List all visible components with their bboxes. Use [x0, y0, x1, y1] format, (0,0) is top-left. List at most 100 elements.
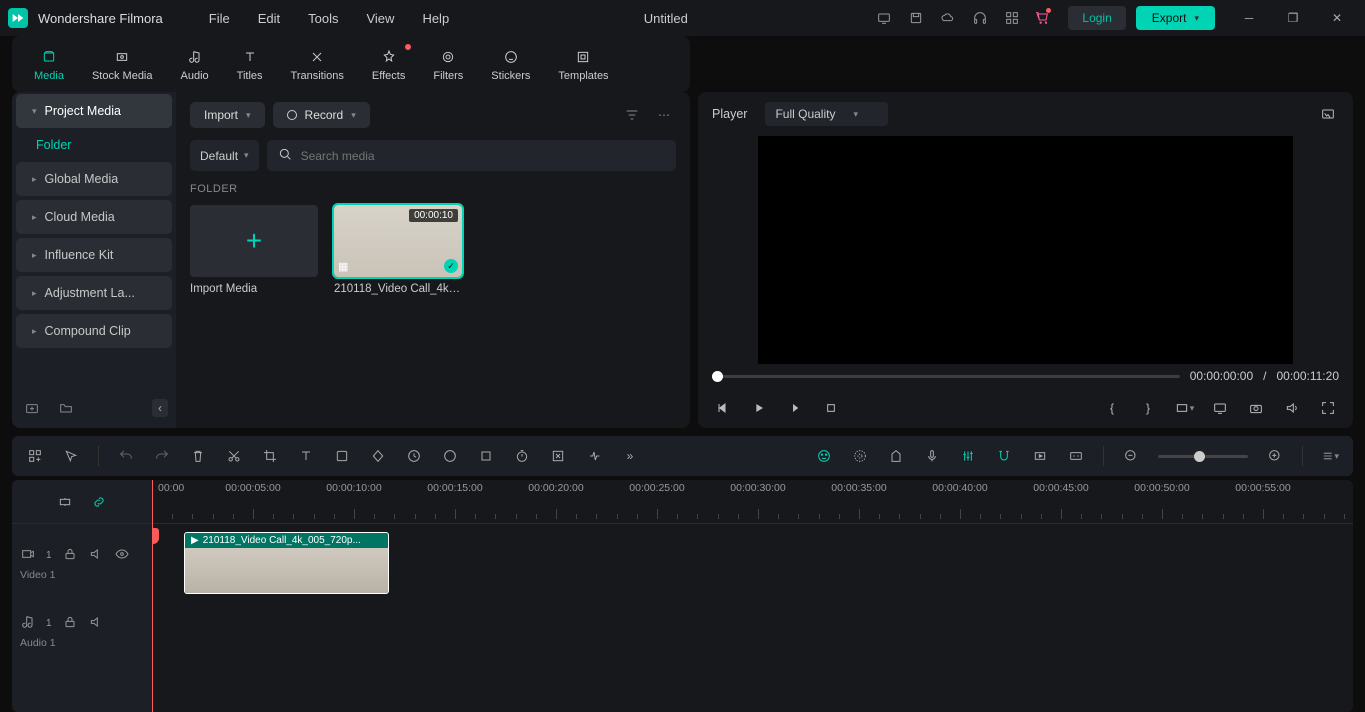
snapshot-icon[interactable]: [1317, 103, 1339, 125]
lock-icon[interactable]: [62, 546, 78, 565]
fullscreen-icon[interactable]: [1317, 397, 1339, 419]
tab-effects[interactable]: Effects: [358, 42, 419, 86]
stop-icon[interactable]: [820, 397, 842, 419]
folder-icon[interactable]: [54, 396, 78, 420]
marker-icon[interactable]: [887, 447, 905, 465]
tab-titles[interactable]: Titles: [223, 42, 277, 86]
import-media-card[interactable]: + Import Media: [190, 205, 318, 295]
zoom-in-icon[interactable]: [1266, 447, 1284, 465]
tab-stock-media[interactable]: Stock Media: [78, 42, 167, 86]
close-button[interactable]: ✕: [1317, 0, 1357, 36]
more-icon[interactable]: ⋯: [652, 103, 676, 127]
minimize-button[interactable]: ─: [1229, 0, 1269, 36]
select-tool-icon[interactable]: [62, 447, 80, 465]
import-dropdown[interactable]: Import▾: [190, 102, 265, 128]
quality-dropdown[interactable]: Full Quality▾: [765, 102, 888, 126]
mute-icon[interactable]: [88, 614, 104, 633]
menu-view[interactable]: View: [354, 7, 406, 30]
sidebar-item-influence-kit[interactable]: ▸Influence Kit: [16, 238, 172, 272]
headphones-icon[interactable]: [966, 4, 994, 32]
sort-dropdown[interactable]: Default▾: [190, 140, 259, 171]
color-icon[interactable]: [441, 447, 459, 465]
sidebar-item-cloud-media[interactable]: ▸Cloud Media: [16, 200, 172, 234]
cut-icon[interactable]: [225, 447, 243, 465]
tab-media[interactable]: Media: [20, 42, 78, 86]
menu-file[interactable]: File: [197, 7, 242, 30]
tab-transitions[interactable]: Transitions: [277, 42, 358, 86]
filter-icon[interactable]: [620, 103, 644, 127]
tab-stickers[interactable]: Stickers: [477, 42, 544, 86]
video-track-header[interactable]: 1 Video 1: [12, 524, 152, 602]
sidebar-item-adjustment-layer[interactable]: ▸Adjustment La...: [16, 276, 172, 310]
greenscreen-icon[interactable]: [477, 447, 495, 465]
audio-track[interactable]: [152, 602, 1353, 660]
brace-close-icon[interactable]: }: [1137, 397, 1159, 419]
sidebar-item-global-media[interactable]: ▸Global Media: [16, 162, 172, 196]
timeline-clip[interactable]: ▶210118_Video Call_4k_005_720p...: [184, 532, 389, 594]
expand-icon[interactable]: [549, 447, 567, 465]
effects-icon[interactable]: [851, 447, 869, 465]
sidebar-item-compound-clip[interactable]: ▸Compound Clip: [16, 314, 172, 348]
tab-templates[interactable]: Templates: [544, 42, 622, 86]
display-icon[interactable]: [1209, 397, 1231, 419]
scrub-handle[interactable]: [712, 371, 723, 382]
motion-icon[interactable]: [585, 447, 603, 465]
ratio-icon[interactable]: ▾: [1173, 397, 1195, 419]
track-options-icon[interactable]: ▾: [1321, 447, 1339, 465]
search-input[interactable]: [301, 149, 666, 163]
mixer-icon[interactable]: [959, 447, 977, 465]
lock-icon[interactable]: [62, 614, 78, 633]
apps-icon[interactable]: [998, 4, 1026, 32]
timeline-ruler[interactable]: 00:00 00:00:05:0000:00:10:0000:00:15:000…: [152, 480, 1353, 524]
tab-audio[interactable]: Audio: [167, 42, 223, 86]
cloud-icon[interactable]: [934, 4, 962, 32]
tab-filters[interactable]: Filters: [419, 42, 477, 86]
audio-track-header[interactable]: 1 Audio 1: [12, 602, 152, 660]
search-box[interactable]: [267, 140, 676, 171]
timeline-tracks-area[interactable]: 00:00 00:00:05:0000:00:10:0000:00:15:000…: [152, 480, 1353, 712]
render-icon[interactable]: [1031, 447, 1049, 465]
export-button[interactable]: Export▾: [1136, 6, 1215, 30]
menu-tools[interactable]: Tools: [296, 7, 350, 30]
redo-icon[interactable]: [153, 447, 171, 465]
sidebar-item-project-media[interactable]: ▾Project Media: [16, 94, 172, 128]
save-icon[interactable]: [902, 4, 930, 32]
mic-icon[interactable]: [923, 447, 941, 465]
visibility-icon[interactable]: [114, 546, 130, 565]
media-clip-card[interactable]: 00:00:10 ▦ ✓ 210118_Video Call_4k_...: [334, 205, 462, 295]
timeline-chain-icon[interactable]: [90, 493, 108, 511]
menu-help[interactable]: Help: [410, 7, 461, 30]
maximize-button[interactable]: ❐: [1273, 0, 1313, 36]
crop-icon[interactable]: [261, 447, 279, 465]
collapse-sidebar-button[interactable]: ‹: [152, 399, 168, 417]
cart-icon[interactable]: [1030, 4, 1058, 32]
duration-icon[interactable]: [513, 447, 531, 465]
brace-open-icon[interactable]: {: [1101, 397, 1123, 419]
login-button[interactable]: Login: [1068, 6, 1125, 30]
volume-icon[interactable]: [1281, 397, 1303, 419]
mute-icon[interactable]: [88, 546, 104, 565]
scrub-track[interactable]: [712, 375, 1180, 378]
magnetic-icon[interactable]: [995, 447, 1013, 465]
next-frame-icon[interactable]: [784, 397, 806, 419]
delete-icon[interactable]: [189, 447, 207, 465]
record-dropdown[interactable]: Record▾: [273, 102, 370, 128]
caption-icon[interactable]: [1067, 447, 1085, 465]
timeline-link-icon[interactable]: [56, 493, 74, 511]
undo-icon[interactable]: [117, 447, 135, 465]
new-bin-icon[interactable]: [20, 396, 44, 420]
sidebar-sub-folder[interactable]: Folder: [12, 130, 176, 160]
keyframe-icon[interactable]: [369, 447, 387, 465]
zoom-thumb[interactable]: [1194, 451, 1205, 462]
ai-face-icon[interactable]: [815, 447, 833, 465]
play-icon[interactable]: [748, 397, 770, 419]
mask-icon[interactable]: [333, 447, 351, 465]
apps-tool-icon[interactable]: [26, 447, 44, 465]
device-icon[interactable]: [870, 4, 898, 32]
video-track[interactable]: ▶210118_Video Call_4k_005_720p...: [152, 524, 1353, 602]
menu-edit[interactable]: Edit: [246, 7, 292, 30]
speed-icon[interactable]: [405, 447, 423, 465]
text-icon[interactable]: [297, 447, 315, 465]
zoom-out-icon[interactable]: [1122, 447, 1140, 465]
preview-canvas[interactable]: [758, 136, 1293, 364]
